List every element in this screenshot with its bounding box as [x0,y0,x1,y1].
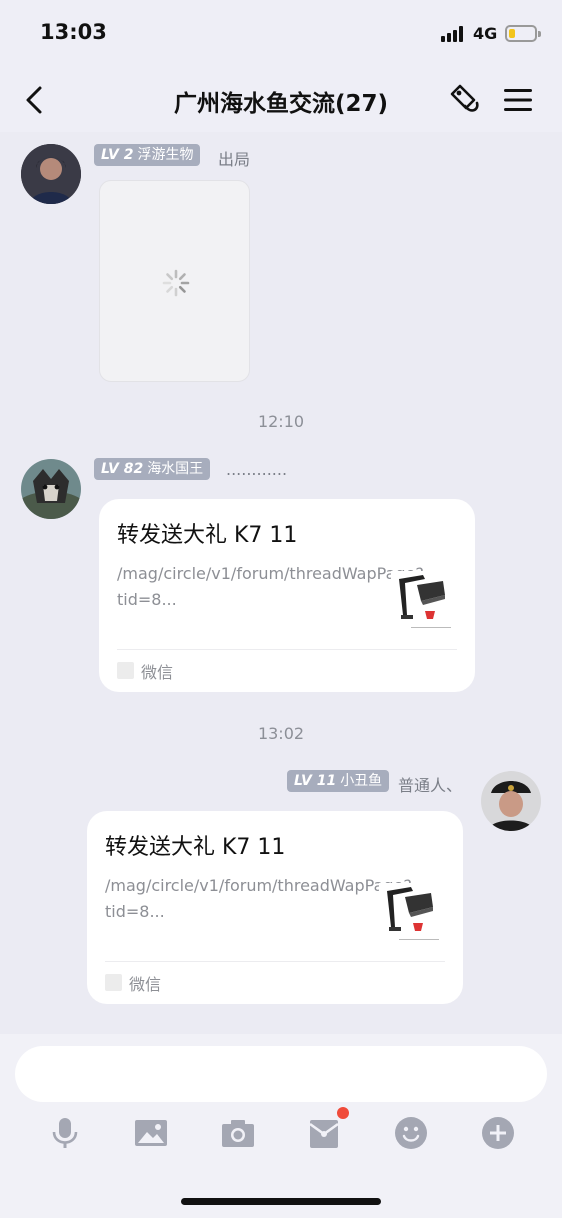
plus-icon [482,1117,514,1149]
status-bar: 13:03 4G [0,0,562,70]
link-card-url: /mag/circle/v1/forum/threadWapPage?tid=8… [117,564,424,609]
chat-area[interactable]: LV 2 浮游生物 出局 12:10 LV 82 海水国王 ..........… [0,132,562,1034]
product-thumbnail-icon [391,571,453,633]
timestamp: 13:02 [257,724,305,743]
status-time: 13:03 [40,20,107,44]
avatar-image [21,144,81,204]
divider [117,649,457,650]
member-role: 出局 [218,150,251,169]
link-card-url: /mag/circle/v1/forum/threadWapPage?tid=8… [105,876,412,921]
nav-bar: 广州海水鱼交流(27) [0,70,562,132]
link-card-title: 转发送大礼 K7 11 [117,523,298,548]
divider [105,961,445,962]
wechat-source-icon [117,662,134,679]
image-icon [135,1120,167,1146]
link-card-source: 微信 [141,663,174,682]
product-thumbnail-icon [379,883,441,945]
home-indicator[interactable] [181,1198,381,1205]
camera-icon [222,1120,254,1147]
level-badge: LV 2 浮游生物 [94,144,201,166]
emoji-icon [395,1117,427,1149]
menu-button[interactable] [500,82,536,118]
link-card[interactable]: 转发送大礼 K7 11 /mag/circle/v1/forum/threadW… [87,811,463,1004]
image-message-loading[interactable] [99,180,250,382]
signal-icon [441,26,467,42]
link-card[interactable]: 转发送大礼 K7 11 /mag/circle/v1/forum/threadW… [99,499,475,692]
avatar-image [481,771,541,831]
level-badge: LV 11 小丑鱼 [287,770,390,792]
avatar[interactable] [21,144,81,204]
link-card-title: 转发送大礼 K7 11 [105,835,286,860]
wechat-source-icon [105,974,122,991]
tag-button[interactable] [444,80,484,120]
avatar[interactable] [21,459,81,519]
member-role: 普通人、 [398,776,463,795]
camera-button[interactable] [221,1116,255,1150]
more-button[interactable] [481,1116,515,1150]
notification-dot [337,1107,349,1119]
battery-icon [505,25,541,42]
avatar-image [21,459,81,519]
tag-icon [450,84,479,112]
loading-spinner-icon [162,269,190,297]
avatar[interactable] [481,771,541,831]
image-button[interactable] [134,1116,168,1150]
voice-button[interactable] [48,1116,82,1150]
red-packet-button[interactable] [308,1116,342,1150]
network-type: 4G [473,24,498,43]
input-area [0,1034,562,1218]
microphone-icon [52,1118,78,1148]
member-role: ............ [226,460,288,479]
timestamp: 12:10 [257,412,305,431]
hamburger-menu-icon [504,89,532,111]
red-packet-icon [309,1120,339,1148]
link-card-source: 微信 [129,975,162,994]
message-input[interactable] [15,1046,547,1102]
level-badge: LV 82 海水国王 [94,458,211,480]
emoji-button[interactable] [394,1116,428,1150]
